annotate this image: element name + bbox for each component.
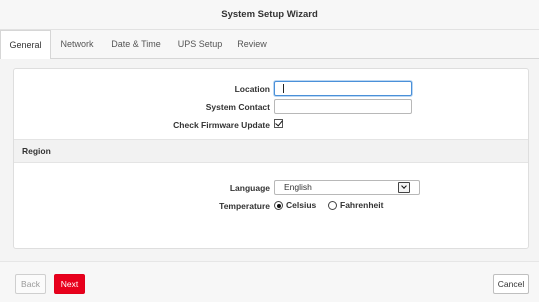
language-row: Language English (14, 180, 530, 196)
checkmark-icon (275, 118, 283, 127)
check-firmware-row: Check Firmware Update (14, 117, 530, 133)
language-selected-value: English (284, 182, 312, 192)
temperature-label: Temperature (219, 201, 270, 211)
location-label: Location (234, 84, 270, 94)
fahrenheit-radio[interactable] (328, 201, 337, 210)
language-select[interactable]: English (274, 180, 420, 195)
temperature-row: Temperature Celsius Fahrenheit (14, 198, 530, 214)
tab-network[interactable]: Network (54, 30, 100, 59)
wizard-footer: Back Next Cancel (0, 261, 539, 302)
check-firmware-checkbox[interactable] (274, 118, 283, 128)
window-title: System Setup Wizard (0, 0, 539, 30)
radio-dot-icon (276, 203, 281, 208)
tab-ups-setup[interactable]: UPS Setup (171, 30, 229, 59)
back-button[interactable]: Back (15, 274, 46, 294)
language-dropdown-button[interactable] (398, 182, 410, 193)
fahrenheit-label[interactable]: Fahrenheit (340, 199, 383, 211)
language-label: Language (229, 183, 270, 193)
text-caret (283, 84, 284, 93)
chevron-down-icon (401, 183, 407, 189)
check-firmware-label: Check Firmware Update (173, 120, 270, 130)
system-contact-input[interactable] (274, 99, 412, 114)
tab-bar: General Network Date & Time UPS Setup Re… (0, 30, 539, 60)
celsius-radio[interactable] (274, 201, 283, 210)
next-button[interactable]: Next (54, 274, 85, 294)
cancel-button[interactable]: Cancel (493, 274, 529, 294)
tab-general[interactable]: General (0, 30, 51, 60)
system-contact-label: System Contact (205, 102, 270, 112)
settings-panel: Location System Contact Check Firmware U… (13, 68, 529, 249)
location-row: Location (14, 81, 530, 97)
tab-date-time[interactable]: Date & Time (104, 30, 168, 59)
celsius-label[interactable]: Celsius (286, 199, 316, 211)
tab-review[interactable]: Review (232, 30, 272, 59)
content-area: Location System Contact Check Firmware U… (0, 59, 539, 261)
system-contact-row: System Contact (14, 99, 530, 115)
location-input[interactable] (274, 81, 412, 96)
region-section-header: Region (14, 139, 528, 163)
